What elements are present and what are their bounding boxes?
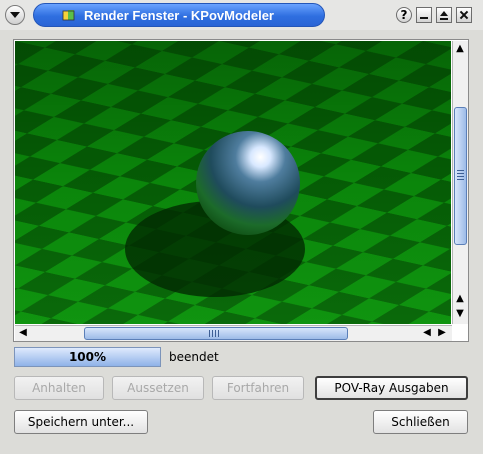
scroll-down-icon[interactable]: ▼ — [453, 307, 467, 321]
scroll-left-icon[interactable]: ◀ — [420, 326, 434, 340]
save-as-button[interactable]: Speichern unter... — [14, 410, 148, 434]
povray-output-button[interactable]: POV-Ray Ausgaben — [315, 376, 468, 400]
shade-button[interactable] — [436, 7, 452, 23]
render-view: ▲ ▲ ▼ ◀ ◀ ▶ — [13, 39, 469, 342]
close-window-button[interactable] — [456, 7, 472, 23]
horizontal-scrollbar[interactable]: ◀ ◀ ▶ — [15, 325, 452, 341]
scroll-up-icon[interactable]: ▲ — [453, 42, 467, 56]
resume-button[interactable]: Fortfahren — [212, 376, 304, 400]
title-caption[interactable]: Render Fenster - KPovModeler — [33, 3, 325, 27]
stop-button[interactable]: Anhalten — [14, 376, 104, 400]
vertical-scrollbar[interactable]: ▲ ▲ ▼ — [452, 41, 468, 324]
vertical-scroll-thumb[interactable] — [454, 107, 467, 245]
minimize-button[interactable] — [416, 7, 432, 23]
scroll-right-icon[interactable]: ▶ — [435, 326, 449, 340]
progress-label: 100% — [68, 350, 107, 364]
help-button[interactable]: ? — [396, 7, 412, 23]
grip-icon — [457, 170, 464, 180]
status-text: beendet — [169, 350, 219, 364]
horizontal-scroll-thumb[interactable] — [84, 327, 348, 340]
render-progress-bar: 100% — [14, 347, 161, 367]
scroll-up-icon[interactable]: ▲ — [453, 292, 467, 306]
kpovmodeler-app-icon — [62, 10, 75, 21]
title-bar: Render Fenster - KPovModeler ? — [0, 0, 483, 30]
close-button[interactable]: Schließen — [373, 410, 468, 434]
window-title: Render Fenster - KPovModeler — [84, 8, 274, 23]
window-menu-button[interactable] — [5, 5, 25, 25]
rendered-image — [15, 41, 451, 324]
suspend-button[interactable]: Aussetzen — [112, 376, 204, 400]
scroll-left-icon[interactable]: ◀ — [16, 326, 30, 340]
grip-icon — [209, 330, 221, 337]
chrome-sphere — [196, 131, 300, 235]
